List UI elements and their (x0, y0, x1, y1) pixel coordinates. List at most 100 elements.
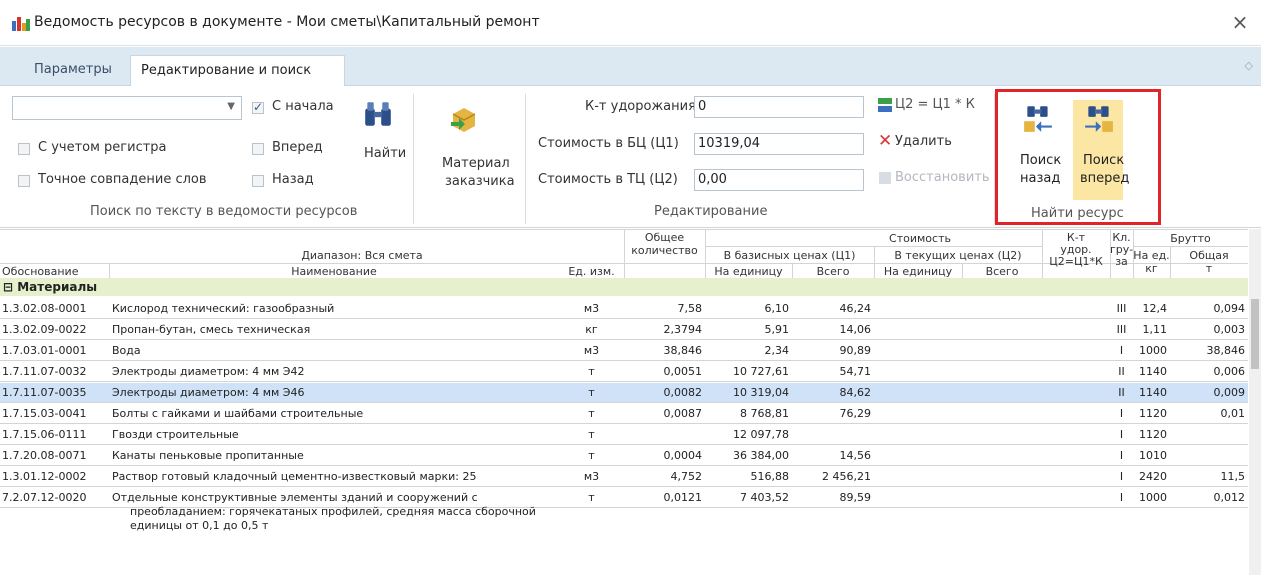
cell-unit[interactable]: т (559, 365, 624, 378)
search-combo[interactable]: ▼ (12, 96, 242, 120)
cell-code[interactable]: 1.7.03.01-0001 (2, 344, 108, 357)
cell-code[interactable]: 1.3.02.09-0022 (2, 323, 108, 336)
cell-per[interactable]: 1010 (1133, 449, 1167, 462)
cell-kl[interactable]: II (1110, 386, 1133, 399)
collapse-ribbon-icon[interactable]: ◇ (1245, 59, 1253, 72)
cell-tot[interactable]: 11,5 (1170, 470, 1246, 483)
name-header[interactable]: Наименование (109, 265, 559, 278)
cell-base-unit[interactable]: 516,88 (705, 470, 790, 483)
cell-per[interactable]: 1000 (1133, 491, 1167, 504)
cell-kl[interactable]: III (1110, 323, 1133, 336)
cell-base-unit[interactable]: 2,34 (705, 344, 790, 357)
exact-checkbox[interactable] (18, 175, 30, 187)
cell-base-all[interactable]: 14,06 (792, 323, 872, 336)
cell-base-unit[interactable]: 12 097,78 (705, 428, 789, 441)
cell-tot[interactable]: 0,094 (1170, 302, 1246, 315)
cell-qty[interactable]: 0,0004 (624, 449, 703, 462)
cell-name[interactable]: Электроды диаметром: 4 мм Э46 (112, 386, 557, 399)
cell-qty[interactable]: 0,0051 (624, 365, 703, 378)
cell-name[interactable]: Электроды диаметром: 4 мм Э42 (112, 365, 557, 378)
from-start-checkbox[interactable] (252, 100, 264, 114)
cell-base-unit[interactable]: 36 384,00 (705, 449, 789, 462)
bc-cost-input[interactable]: 10319,04 (694, 133, 864, 155)
cell-per[interactable]: 2420 (1133, 470, 1167, 483)
cell-base-unit[interactable]: 10 319,04 (705, 386, 789, 399)
cell-code[interactable]: 1.7.15.06-0111 (2, 428, 108, 441)
cell-code[interactable]: 1.7.11.07-0035 (2, 386, 108, 399)
cell-code[interactable]: 1.3.02.08-0001 (2, 302, 108, 315)
cell-base-all[interactable]: 46,24 (792, 302, 872, 315)
cell-base-all[interactable]: 54,71 (792, 365, 872, 378)
basis-header[interactable]: Обоснование (2, 265, 107, 278)
cell-per[interactable]: 1000 (1133, 344, 1167, 357)
cell-name[interactable]: Болты с гайками и шайбами строительные (112, 407, 557, 420)
cell-name[interactable]: Пропан-бутан, смесь техническая (112, 323, 557, 336)
cell-name[interactable]: Раствор готовый кладочный цементно-извес… (112, 470, 557, 483)
cell-per[interactable]: 1120 (1133, 407, 1167, 420)
cell-base-unit[interactable]: 8 768,81 (705, 407, 789, 420)
cell-qty[interactable]: 0,0082 (624, 386, 703, 399)
case-checkbox[interactable] (18, 143, 30, 155)
customer-material-button[interactable]: Материал заказчика (415, 92, 515, 192)
cell-unit[interactable]: м3 (559, 302, 624, 315)
restore-button[interactable]: Восстановить (878, 169, 993, 189)
find-button[interactable]: Найти (352, 92, 406, 192)
cell-tot[interactable]: 38,846 (1170, 344, 1246, 357)
tab-parameters[interactable]: Параметры (24, 55, 122, 86)
cell-base-unit[interactable]: 7 403,52 (705, 491, 789, 504)
coef-input[interactable]: 0 (694, 96, 864, 118)
tc-cost-input[interactable]: 0,00 (694, 169, 864, 191)
cell-kl[interactable]: I (1110, 407, 1133, 420)
cell-code[interactable]: 1.7.20.08-0071 (2, 449, 108, 462)
cell-base-all[interactable]: 2 456,21 (792, 470, 871, 483)
chevron-down-icon[interactable]: ▼ (227, 101, 235, 112)
unit-header[interactable]: Ед. изм. (559, 265, 624, 278)
cell-tot[interactable]: 0,003 (1170, 323, 1246, 336)
cell-qty[interactable]: 0,0087 (624, 407, 703, 420)
cell-kl[interactable]: I (1110, 428, 1133, 441)
cell-qty[interactable]: 7,58 (624, 302, 703, 315)
cell-base-all[interactable]: 84,62 (792, 386, 872, 399)
cell-qty[interactable]: 0,0121 (624, 491, 703, 504)
cell-tot[interactable]: 0,01 (1170, 407, 1246, 420)
cell-base-unit[interactable]: 10 727,61 (705, 365, 789, 378)
cell-kl[interactable]: I (1110, 344, 1133, 357)
cell-code[interactable]: 1.3.01.12-0002 (2, 470, 108, 483)
tab-edit-search[interactable]: Редактирование и поиск (130, 55, 345, 86)
cell-unit[interactable]: м3 (559, 344, 624, 357)
cell-kl[interactable]: II (1110, 365, 1133, 378)
close-icon[interactable]: × (1229, 10, 1251, 34)
cell-unit[interactable]: м3 (559, 470, 624, 483)
cell-name[interactable]: Канаты пеньковые пропитанные (112, 449, 557, 462)
forward-checkbox[interactable] (252, 143, 264, 155)
cell-tot[interactable]: 0,006 (1170, 365, 1246, 378)
cell-code[interactable]: 1.7.11.07-0032 (2, 365, 108, 378)
scroll-thumb[interactable] (1251, 299, 1259, 369)
delete-button[interactable]: ✕ Удалить (878, 131, 988, 153)
cell-per[interactable]: 1,11 (1133, 323, 1168, 336)
cell-name-continued[interactable]: преобладанием: горячекатаных профилей, с… (130, 505, 536, 518)
back-checkbox[interactable] (252, 175, 264, 187)
cell-base-all[interactable]: 14,56 (792, 449, 872, 462)
cell-kl[interactable]: I (1110, 449, 1133, 462)
cell-per[interactable]: 12,4 (1133, 302, 1168, 315)
cell-name-continued[interactable]: единицы от 0,1 до 0,5 т (130, 519, 268, 532)
cell-unit[interactable]: т (559, 428, 624, 441)
group-row[interactable]: ⊟ Материалы (0, 278, 1248, 296)
cell-code[interactable]: 7.2.07.12-0020 (2, 491, 108, 504)
cell-base-unit[interactable]: 6,10 (705, 302, 790, 315)
cell-base-all[interactable]: 90,89 (792, 344, 872, 357)
cell-qty[interactable]: 2,3794 (624, 323, 703, 336)
cell-tot[interactable]: 0,012 (1170, 491, 1246, 504)
cell-qty[interactable]: 38,846 (624, 344, 703, 357)
cell-kl[interactable]: I (1110, 491, 1133, 504)
vertical-scrollbar[interactable] (1249, 229, 1261, 575)
cell-code[interactable]: 1.7.15.03-0041 (2, 407, 108, 420)
cell-kl[interactable]: I (1110, 470, 1133, 483)
cell-kl[interactable]: III (1110, 302, 1133, 315)
cell-base-all[interactable]: 76,29 (792, 407, 872, 420)
cell-unit[interactable]: т (559, 491, 624, 504)
cell-name[interactable]: Отдельные конструктивные элементы зданий… (112, 491, 557, 504)
cell-per[interactable]: 1140 (1133, 365, 1167, 378)
cell-unit[interactable]: т (559, 407, 624, 420)
